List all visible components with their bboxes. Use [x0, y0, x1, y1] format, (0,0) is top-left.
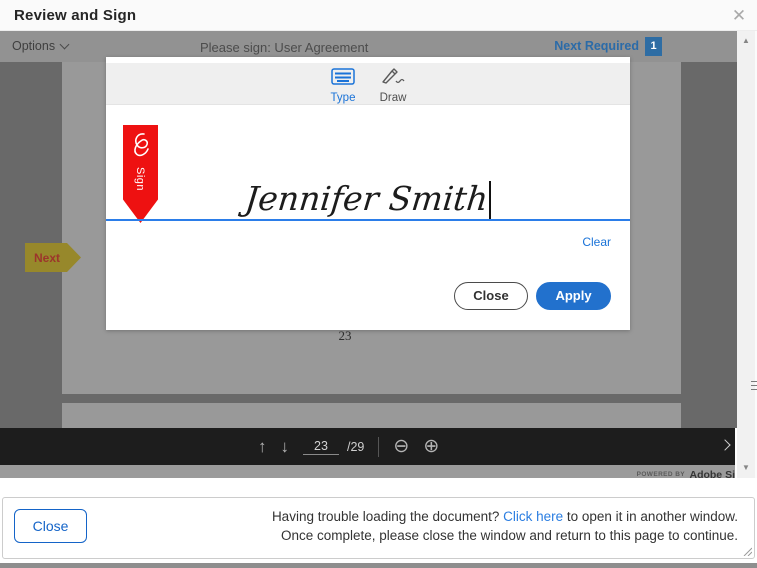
signature-dialog: Type Draw Sign Jennifer Smith Clear C	[106, 57, 630, 330]
footer-panel: Close Having trouble loading the documen…	[2, 497, 755, 559]
pdf-controls: ↑ ↓ /29 ⊖ ⊕	[258, 428, 439, 465]
chevron-down-icon	[60, 39, 70, 49]
dialog-close-button[interactable]: Close	[454, 282, 528, 310]
close-icon[interactable]: ✕	[729, 6, 749, 26]
page-number-input[interactable]	[303, 439, 339, 455]
footer-line1-after: to open it in another window.	[563, 509, 738, 524]
page-total-label: /29	[347, 440, 364, 454]
click-here-link[interactable]: Click here	[503, 509, 563, 524]
please-sign-text: Please sign: User Agreement	[200, 40, 368, 55]
clear-link[interactable]: Clear	[582, 235, 611, 249]
resize-grip-icon[interactable]	[743, 547, 752, 556]
options-menu[interactable]: Options	[12, 39, 68, 53]
footer-line1-before: Having trouble loading the document?	[272, 509, 503, 524]
adobe-brand-label: Adobe Si	[689, 469, 735, 478]
pen-icon	[380, 68, 406, 90]
typed-signature: Jennifer Smith	[243, 182, 490, 219]
footer-help-text: Having trouble loading the document? Cli…	[272, 507, 738, 545]
page-down-button[interactable]: ↓	[281, 438, 290, 455]
next-required-badge: 1	[645, 37, 662, 56]
chevron-right-icon[interactable]	[719, 439, 730, 450]
tab-type-label: Type	[331, 92, 356, 104]
zoom-out-button[interactable]: ⊖	[393, 437, 409, 456]
outer-scrollbar-thumb[interactable]	[751, 376, 757, 394]
tab-draw[interactable]: Draw	[376, 63, 410, 104]
dialog-apply-button[interactable]: Apply	[536, 282, 611, 310]
vertical-scrollbar[interactable]: ▲ ▼	[737, 31, 755, 478]
toolbar-divider	[378, 437, 379, 457]
next-required-button[interactable]: Next Required 1	[554, 39, 639, 53]
page-title: Review and Sign	[0, 7, 136, 24]
page-number-label: 23	[330, 328, 360, 344]
window-bottom-edge	[0, 563, 757, 568]
signature-input-area[interactable]: Jennifer Smith	[106, 163, 630, 219]
signature-pad: Sign Jennifer Smith Clear Close Apply	[106, 105, 630, 324]
powered-by-label: POWERED BY	[637, 471, 685, 478]
signature-baseline	[106, 219, 630, 221]
zoom-in-button[interactable]: ⊕	[423, 437, 439, 456]
text-caret	[489, 181, 491, 219]
scroll-down-arrow-icon[interactable]: ▼	[737, 460, 755, 476]
adobe-acrobat-logo-icon	[128, 131, 154, 159]
pdf-toolbar: ↑ ↓ /29 ⊖ ⊕	[0, 428, 735, 465]
options-label: Options	[12, 39, 55, 53]
document-page-2	[62, 403, 681, 428]
keyboard-icon	[331, 68, 355, 90]
next-required-label: Next Required	[554, 39, 639, 53]
powered-by-bar: POWERED BY Adobe Si	[0, 465, 735, 478]
next-field-tag-label: Next	[25, 251, 60, 265]
footer-close-button[interactable]: Close	[14, 509, 87, 543]
window-title-bar: Review and Sign ✕	[0, 0, 757, 31]
scroll-up-arrow-icon[interactable]: ▲	[737, 33, 755, 49]
tab-draw-label: Draw	[380, 92, 407, 104]
page-up-button[interactable]: ↑	[258, 438, 267, 455]
tab-type[interactable]: Type	[326, 63, 360, 104]
signature-tabs: Type Draw	[106, 57, 630, 105]
footer-line2: Once complete, please close the window a…	[281, 528, 738, 543]
